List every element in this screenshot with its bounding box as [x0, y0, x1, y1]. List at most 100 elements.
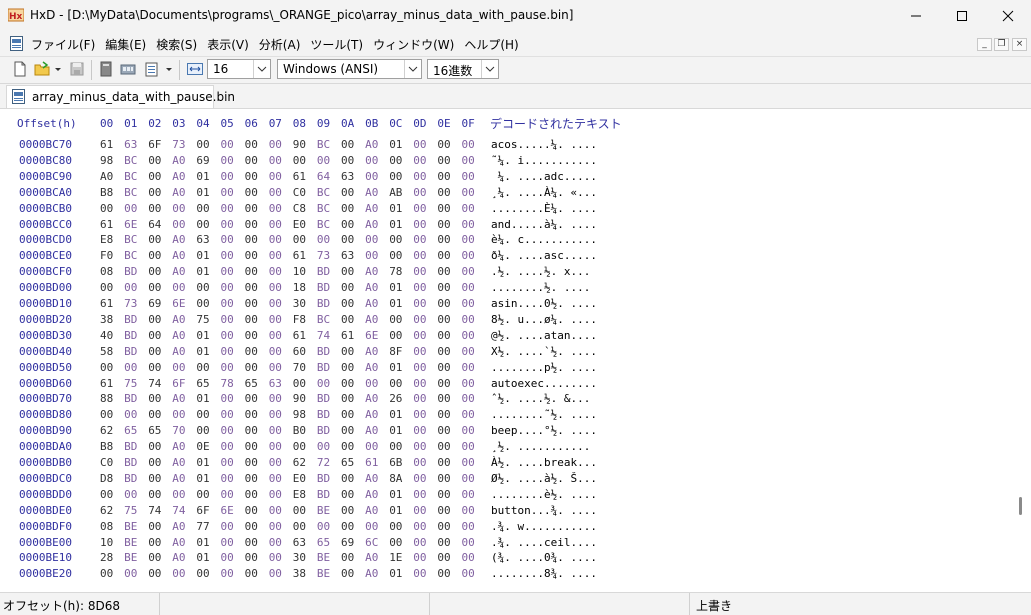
hex-byte[interactable]: 73 — [172, 138, 185, 151]
hex-byte[interactable]: 00 — [413, 202, 426, 215]
hex-byte[interactable]: 64 — [317, 170, 330, 183]
hex-byte[interactable]: 62 — [100, 504, 113, 517]
hex-byte[interactable]: 00 — [269, 138, 282, 151]
decoded-text[interactable]: ¼. ....adc..... — [491, 170, 597, 183]
hex-byte[interactable]: 6E — [365, 329, 378, 342]
hex-byte[interactable]: 00 — [148, 154, 161, 167]
hex-byte[interactable]: A0 — [365, 202, 378, 215]
hex-byte[interactable]: 00 — [462, 392, 475, 405]
hex-byte[interactable]: 00 — [196, 361, 209, 374]
hex-byte[interactable]: BE — [317, 551, 330, 564]
hex-byte[interactable]: 62 — [100, 424, 113, 437]
hex-byte[interactable]: A0 — [365, 313, 378, 326]
hex-byte[interactable]: A0 — [365, 424, 378, 437]
hex-byte[interactable]: BD — [317, 472, 330, 485]
hex-byte[interactable]: 90 — [293, 138, 306, 151]
decoded-text[interactable]: button...¾. .... — [491, 504, 597, 517]
hex-byte[interactable]: 6C — [365, 536, 378, 549]
hex-byte[interactable]: 00 — [462, 249, 475, 262]
hex-row[interactable]: 0000BD60 61 75 74 6F 65 78 65 63 00 00 00 00 00 00 00 00… — [0, 377, 1000, 393]
hex-byte[interactable]: 00 — [172, 218, 185, 231]
hex-byte[interactable]: 10 — [100, 536, 113, 549]
hex-byte[interactable]: B8 — [100, 440, 113, 453]
hex-byte[interactable]: 01 — [389, 297, 402, 310]
charset-select[interactable]: Windows (ANSI) — [277, 59, 422, 79]
hex-byte[interactable]: 00 — [413, 281, 426, 294]
chevron-down-icon[interactable] — [53, 61, 63, 77]
hex-byte[interactable]: F8 — [293, 313, 306, 326]
hex-byte[interactable]: 01 — [196, 456, 209, 469]
hex-byte[interactable]: 00 — [317, 520, 330, 533]
hex-byte[interactable]: 00 — [148, 520, 161, 533]
hex-byte[interactable]: 00 — [437, 265, 450, 278]
hex-byte[interactable]: 00 — [462, 456, 475, 469]
hex-byte[interactable]: 00 — [437, 392, 450, 405]
hex-byte[interactable]: 01 — [389, 504, 402, 517]
hex-byte[interactable]: 00 — [341, 440, 354, 453]
hex-byte[interactable]: 78 — [221, 377, 234, 390]
hex-byte[interactable]: 00 — [245, 456, 258, 469]
hex-byte[interactable]: 69 — [148, 297, 161, 310]
hex-byte[interactable]: 00 — [221, 329, 234, 342]
hex-byte[interactable]: 00 — [437, 297, 450, 310]
disk-icon[interactable] — [98, 61, 114, 77]
hex-byte[interactable]: 00 — [413, 488, 426, 501]
hex-byte[interactable]: 65 — [196, 377, 209, 390]
hex-byte[interactable]: C0 — [100, 456, 113, 469]
hex-byte[interactable]: 00 — [413, 233, 426, 246]
hex-byte[interactable]: 63 — [124, 138, 137, 151]
hex-byte[interactable]: 00 — [172, 488, 185, 501]
hex-byte[interactable]: 00 — [462, 361, 475, 374]
hex-byte[interactable]: A0 — [172, 345, 185, 358]
hex-byte[interactable]: 00 — [341, 520, 354, 533]
hex-byte[interactable]: 00 — [341, 377, 354, 390]
hex-byte[interactable]: 26 — [389, 392, 402, 405]
hex-byte[interactable]: 00 — [196, 297, 209, 310]
hex-byte[interactable]: 00 — [221, 249, 234, 262]
hex-byte[interactable]: 00 — [148, 202, 161, 215]
hex-byte[interactable]: 00 — [100, 202, 113, 215]
hex-byte[interactable]: 00 — [245, 472, 258, 485]
hex-byte[interactable]: 01 — [389, 424, 402, 437]
decoded-text[interactable]: À½. ....break... — [491, 456, 597, 469]
hex-byte[interactable]: 61 — [293, 249, 306, 262]
menu-help[interactable]: ヘルプ(H) — [464, 36, 518, 53]
hex-byte[interactable]: 00 — [221, 233, 234, 246]
hex-byte[interactable]: 00 — [462, 488, 475, 501]
hex-byte[interactable]: C0 — [293, 186, 306, 199]
hex-byte[interactable]: 60 — [293, 345, 306, 358]
hex-byte[interactable]: 00 — [245, 488, 258, 501]
hex-byte[interactable]: 00 — [221, 456, 234, 469]
hex-byte[interactable]: 00 — [245, 281, 258, 294]
hex-byte[interactable]: 00 — [341, 202, 354, 215]
hex-row[interactable]: 0000BE10 28 BE 00 A0 01 00 00 00 30 BE 00 A0 1E 00 00 00… — [0, 551, 1000, 567]
hex-byte[interactable]: 00 — [269, 456, 282, 469]
hex-byte[interactable]: 00 — [437, 472, 450, 485]
hex-byte[interactable]: 00 — [100, 281, 113, 294]
vertical-scrollbar[interactable] — [1016, 109, 1031, 591]
hex-byte[interactable]: 00 — [341, 186, 354, 199]
hex-byte[interactable]: 00 — [124, 408, 137, 421]
hex-byte[interactable]: 00 — [341, 361, 354, 374]
hex-byte[interactable]: A0 — [172, 520, 185, 533]
hex-byte[interactable]: 00 — [124, 281, 137, 294]
decoded-text[interactable]: and.....à¼. .... — [491, 218, 597, 231]
hex-byte[interactable]: A0 — [172, 233, 185, 246]
hex-byte[interactable]: 00 — [148, 472, 161, 485]
hex-byte[interactable]: 00 — [437, 281, 450, 294]
hex-byte[interactable]: 00 — [221, 313, 234, 326]
hex-byte[interactable]: 62 — [293, 456, 306, 469]
hex-row[interactable]: 0000BD90 62 65 65 70 00 00 00 00 B0 BD 00 A0 01 00 00 00… — [0, 424, 1000, 440]
hex-byte[interactable]: 00 — [413, 504, 426, 517]
hex-byte[interactable]: 00 — [148, 345, 161, 358]
hex-byte[interactable]: 65 — [245, 377, 258, 390]
hex-row[interactable]: 0000BCB0 00 00 00 00 00 00 00 00 C8 BC 00 A0 01 00 00 00… — [0, 202, 1000, 218]
hex-byte[interactable]: 00 — [148, 488, 161, 501]
hex-byte[interactable]: A0 — [172, 313, 185, 326]
hex-byte[interactable]: BD — [317, 408, 330, 421]
decoded-text[interactable]: (¾. ....0¾. .... — [491, 551, 597, 564]
hex-byte[interactable]: E0 — [293, 472, 306, 485]
decoded-text[interactable]: ........È¼. .... — [491, 202, 597, 215]
hex-byte[interactable]: A0 — [365, 408, 378, 421]
hex-byte[interactable]: 00 — [269, 249, 282, 262]
